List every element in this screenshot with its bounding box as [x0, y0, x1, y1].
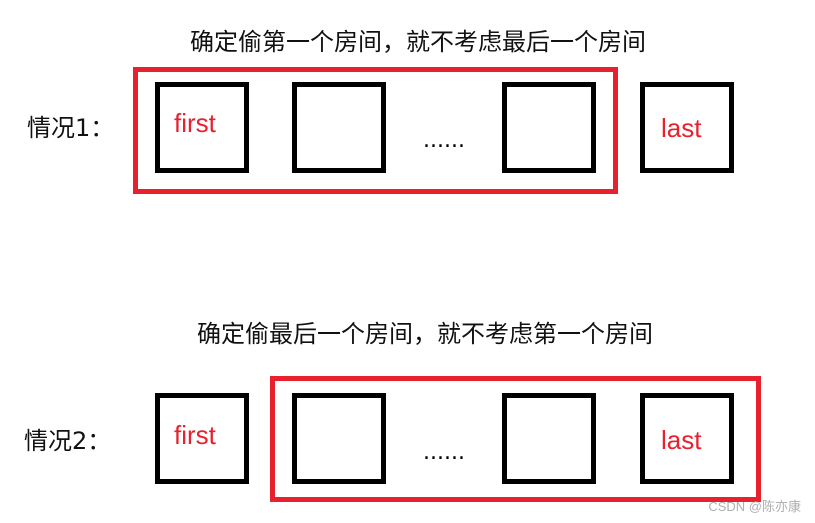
case1-room-last-label: last — [661, 113, 702, 143]
case1-room-n-1 — [502, 82, 596, 173]
case2-label: 情况2： — [24, 427, 112, 455]
case2-room-n-1 — [502, 393, 596, 484]
case2-room-last-label: last — [661, 425, 702, 455]
case1-room-2 — [292, 82, 386, 173]
case2-caption: 确定偷最后一个房间，就不考虑第一个房间 — [197, 320, 653, 348]
case1-label: 情况1： — [27, 114, 115, 142]
case2-ellipsis: ...... — [423, 440, 465, 465]
case2-room-2 — [292, 393, 386, 484]
watermark: CSDN @陈亦康 — [708, 499, 801, 514]
case1-room-first-label: first — [174, 108, 216, 138]
case1-ellipsis: ...... — [423, 128, 465, 153]
case2-room-first-label: first — [174, 420, 216, 450]
case1-caption: 确定偷第一个房间，就不考虑最后一个房间 — [190, 28, 646, 56]
